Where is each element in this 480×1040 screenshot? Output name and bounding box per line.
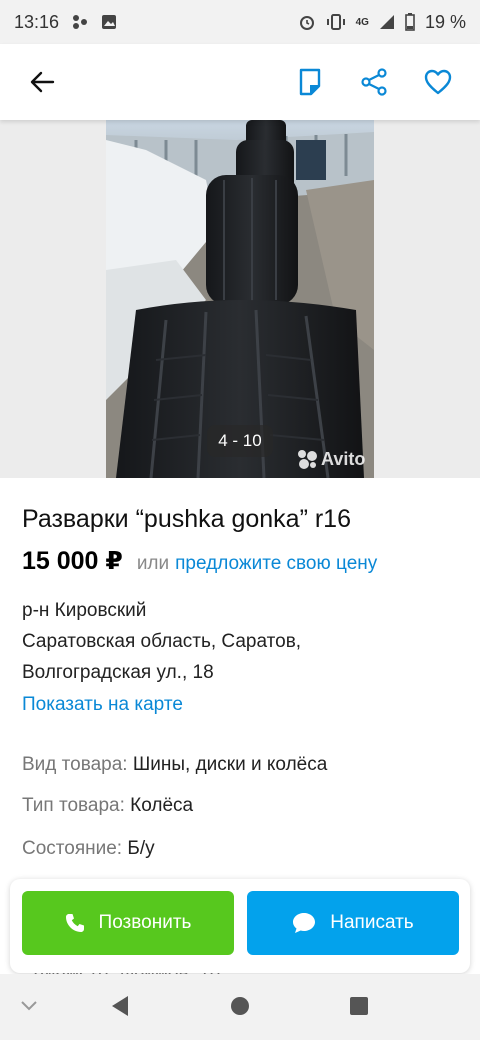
param-row: Вид товара: Шины, диски и колёса bbox=[22, 754, 327, 776]
avito-logo-icon bbox=[298, 450, 317, 469]
note-button[interactable] bbox=[288, 60, 332, 104]
share-icon bbox=[361, 68, 387, 96]
app-notification-icon bbox=[71, 13, 89, 31]
watermark-text: Avito bbox=[321, 448, 366, 469]
network-type: 4G bbox=[355, 16, 369, 28]
offer-price-link[interactable]: предложите свою цену bbox=[175, 553, 377, 575]
show-on-map-link[interactable]: Показать на карте bbox=[22, 694, 183, 716]
system-nav-bar bbox=[0, 974, 480, 1040]
call-button-label: Позвонить bbox=[98, 912, 192, 933]
price-or-text: или bbox=[136, 553, 170, 574]
address-line-2: Волгоградская ул., 18 bbox=[22, 662, 214, 683]
status-time: 13:16 bbox=[14, 11, 60, 32]
param-row: Состояние: Б/у bbox=[22, 838, 155, 860]
battery-level: 19 % bbox=[424, 11, 466, 32]
nav-home-icon[interactable] bbox=[229, 995, 251, 1017]
address-line-1: Саратовская область, Саратов, bbox=[22, 631, 302, 652]
chevron-down-icon[interactable] bbox=[20, 1000, 38, 1012]
param-value: Колёса bbox=[130, 795, 194, 816]
param-key: Тип товара: bbox=[22, 795, 125, 816]
alarm-icon bbox=[298, 13, 316, 31]
avito-watermark: Avito bbox=[296, 448, 365, 470]
chat-bubble-icon bbox=[293, 913, 316, 933]
status-bar: 13:16 4G 19 % bbox=[0, 0, 480, 44]
app-bar bbox=[0, 44, 480, 120]
param-key: Вид товара: bbox=[22, 754, 128, 775]
signal-icon bbox=[379, 14, 395, 30]
write-button[interactable]: Написать bbox=[247, 891, 459, 955]
back-arrow-icon bbox=[30, 71, 55, 93]
photo-counter: 4 - 10 bbox=[207, 425, 273, 457]
price-row: 15 000 ₽ или предложите свою цену bbox=[22, 546, 377, 576]
price: 15 000 ₽ bbox=[22, 547, 123, 575]
favorite-button[interactable] bbox=[416, 60, 460, 104]
gallery-notification-icon bbox=[101, 14, 117, 30]
phone-icon bbox=[65, 914, 84, 932]
param-row: Тип товара: Колёса bbox=[22, 795, 193, 817]
district: р-н Кировский bbox=[22, 600, 147, 621]
vibrate-icon bbox=[326, 13, 346, 31]
note-icon bbox=[299, 68, 321, 96]
param-value: Б/у bbox=[127, 838, 155, 859]
battery-icon bbox=[405, 13, 415, 31]
back-button[interactable] bbox=[20, 60, 64, 104]
listing-title: Разварки “pushka gonka” r16 bbox=[22, 505, 351, 533]
write-button-label: Написать bbox=[330, 912, 414, 933]
nav-back-icon[interactable] bbox=[110, 995, 130, 1017]
favorite-heart-icon bbox=[424, 69, 452, 95]
nav-recents-icon[interactable] bbox=[348, 995, 370, 1017]
share-button[interactable] bbox=[352, 60, 396, 104]
contact-action-bar: Позвонить Написать bbox=[10, 879, 470, 973]
param-key: Состояние: bbox=[22, 838, 123, 859]
param-value: Шины, диски и колёса bbox=[132, 754, 328, 775]
call-button[interactable]: Позвонить bbox=[22, 891, 234, 955]
